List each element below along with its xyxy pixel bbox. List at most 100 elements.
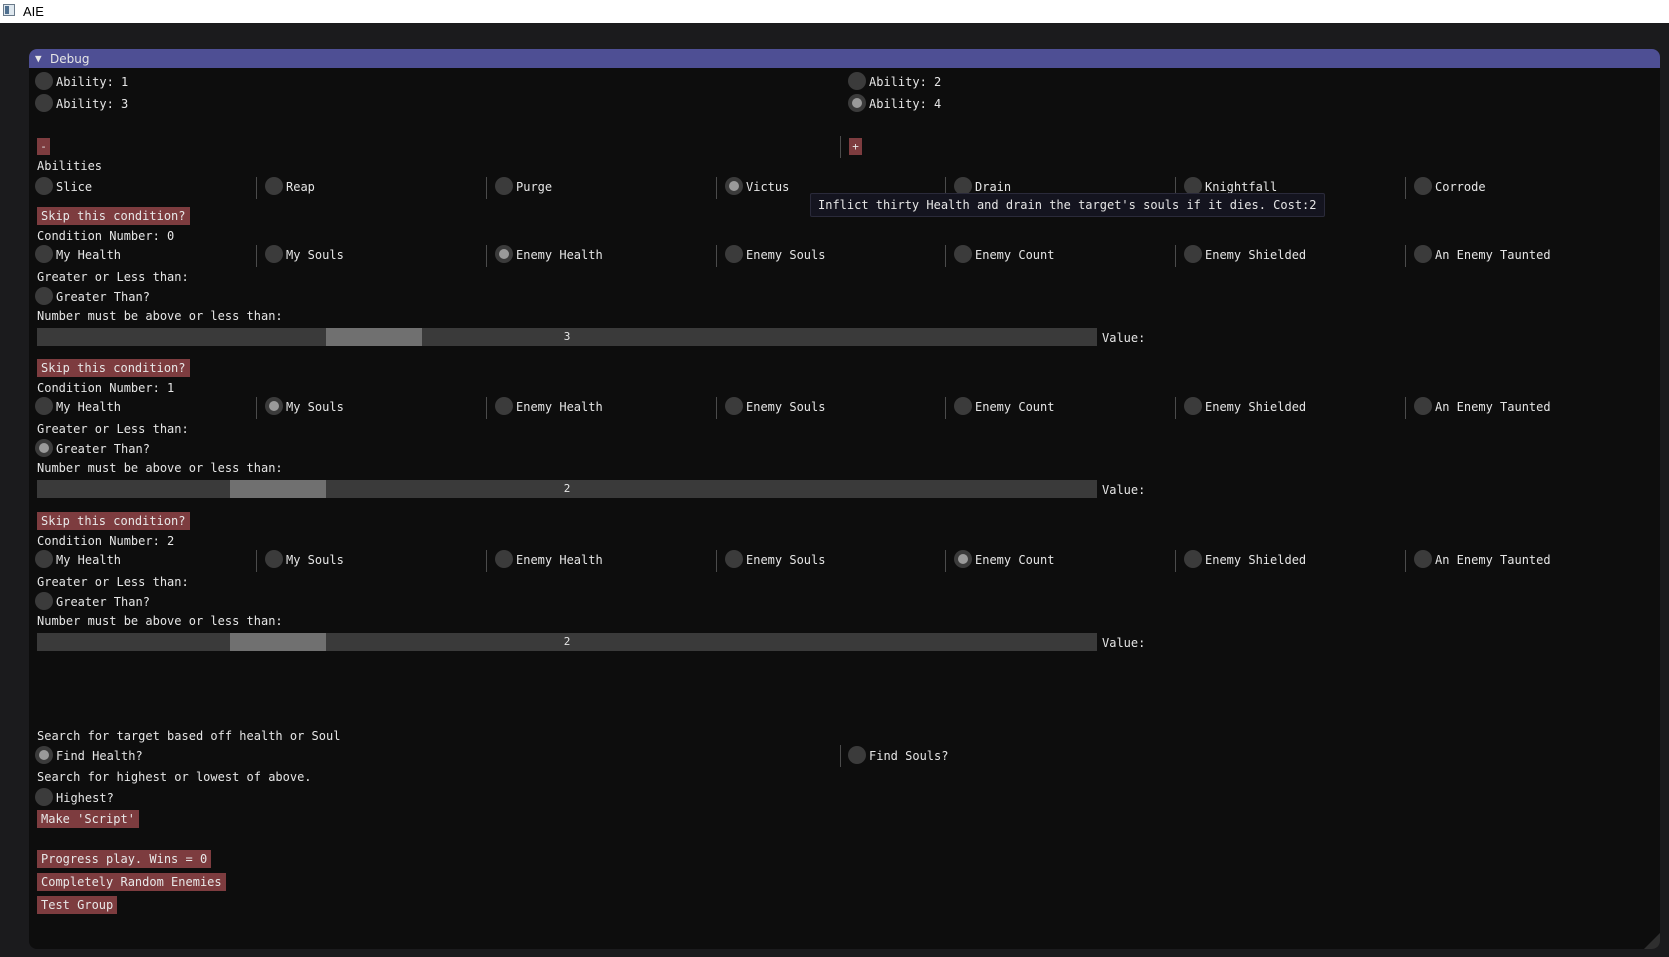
radio-icon[interactable] [848, 72, 866, 90]
radio-icon[interactable] [1414, 550, 1432, 568]
radio-icon[interactable] [495, 397, 513, 415]
number-heading: Number must be above or less than: [37, 614, 283, 628]
radio-icon[interactable] [1184, 397, 1202, 415]
condition-0-option-an-enemy-taunted[interactable]: An Enemy Taunted [1414, 245, 1614, 265]
radio-icon[interactable] [35, 592, 53, 610]
radio-icon[interactable] [725, 397, 743, 415]
condition-2-option-my-souls[interactable]: My Souls [265, 550, 465, 570]
resize-grip-icon[interactable] [1644, 933, 1660, 949]
condition-0-option-my-health[interactable]: My Health [35, 245, 235, 265]
ability-option-slice[interactable]: Slice [35, 177, 235, 197]
debug-window-header[interactable]: ▼ Debug [29, 49, 1660, 68]
radio-icon[interactable] [1414, 245, 1432, 263]
radio-icon[interactable] [265, 397, 283, 415]
radio-icon[interactable] [495, 550, 513, 568]
radio-icon[interactable] [495, 177, 513, 195]
column-separator [256, 550, 257, 572]
column-separator [1175, 550, 1176, 572]
skip-condition-button[interactable]: Skip this condition? [37, 359, 190, 377]
condition-0-option-enemy-health[interactable]: Enemy Health [495, 245, 695, 265]
condition-2-option-an-enemy-taunted[interactable]: An Enemy Taunted [1414, 550, 1614, 570]
radio-icon[interactable] [725, 177, 743, 195]
condition-1-option-enemy-count[interactable]: Enemy Count [954, 397, 1154, 417]
value-slider[interactable]: 3 [37, 328, 1097, 346]
make-script-button[interactable]: Make 'Script' [37, 810, 139, 828]
column-separator [945, 397, 946, 419]
ability-option-corrode[interactable]: Corrode [1414, 177, 1614, 197]
skip-condition-button[interactable]: Skip this condition? [37, 512, 190, 530]
find-health-radio[interactable]: Find Health? [35, 746, 335, 766]
greater-than-radio[interactable]: Greater Than? [35, 287, 335, 307]
ability-option-reap[interactable]: Reap [265, 177, 465, 197]
column-separator [1175, 245, 1176, 267]
radio-icon[interactable] [848, 746, 866, 764]
radio-icon[interactable] [35, 287, 53, 305]
radio-icon[interactable] [1414, 177, 1432, 195]
radio-icon[interactable] [1414, 397, 1432, 415]
ability-radio-3[interactable]: Ability: 3 [35, 94, 335, 114]
column-separator [256, 397, 257, 419]
skip-condition-button[interactable]: Skip this condition? [37, 207, 190, 225]
condition-2-option-enemy-shielded[interactable]: Enemy Shielded [1184, 550, 1384, 570]
radio-icon[interactable] [35, 72, 53, 90]
ability-radio-4[interactable]: Ability: 4 [848, 94, 1148, 114]
condition-1-option-enemy-health[interactable]: Enemy Health [495, 397, 695, 417]
radio-icon[interactable] [35, 746, 53, 764]
progress-play-button[interactable]: Progress play. Wins = 0 [37, 850, 212, 868]
condition-1-option-an-enemy-taunted[interactable]: An Enemy Taunted [1414, 397, 1614, 417]
column-separator [486, 245, 487, 267]
radio-icon[interactable] [848, 94, 866, 112]
highest-radio[interactable]: Highest? [35, 788, 335, 808]
condition-1-option-enemy-souls[interactable]: Enemy Souls [725, 397, 925, 417]
ability-radio-2[interactable]: Ability: 2 [848, 72, 1148, 92]
test-group-button[interactable]: Test Group [37, 896, 118, 914]
radio-icon[interactable] [35, 177, 53, 195]
radio-icon[interactable] [954, 245, 972, 263]
increment-button[interactable]: + [849, 138, 862, 155]
ability-tooltip: Inflict thirty Health and drain the targ… [810, 193, 1325, 217]
radio-icon[interactable] [265, 177, 283, 195]
value-slider[interactable]: 2 [37, 633, 1097, 651]
radio-icon[interactable] [35, 550, 53, 568]
value-label: Value: [1102, 331, 1146, 345]
condition-0-option-my-souls[interactable]: My Souls [265, 245, 465, 265]
radio-icon[interactable] [954, 397, 972, 415]
column-separator [1405, 550, 1406, 572]
column-separator [840, 136, 841, 158]
greater-than-radio[interactable]: Greater Than? [35, 592, 335, 612]
radio-icon[interactable] [1184, 245, 1202, 263]
find-souls-radio[interactable]: Find Souls? [848, 746, 1148, 766]
radio-icon[interactable] [954, 550, 972, 568]
radio-icon[interactable] [265, 550, 283, 568]
condition-number-label: Condition Number: 1 [37, 381, 175, 395]
condition-2-option-my-health[interactable]: My Health [35, 550, 235, 570]
condition-1-option-my-souls[interactable]: My Souls [265, 397, 465, 417]
condition-1-option-enemy-shielded[interactable]: Enemy Shielded [1184, 397, 1384, 417]
radio-icon[interactable] [35, 94, 53, 112]
condition-2-option-enemy-count[interactable]: Enemy Count [954, 550, 1154, 570]
collapse-triangle-icon[interactable]: ▼ [35, 52, 42, 65]
radio-icon[interactable] [1184, 550, 1202, 568]
ability-option-purge[interactable]: Purge [495, 177, 695, 197]
radio-icon[interactable] [35, 397, 53, 415]
condition-0-option-enemy-count[interactable]: Enemy Count [954, 245, 1154, 265]
radio-icon[interactable] [35, 439, 53, 457]
radio-icon[interactable] [725, 245, 743, 263]
condition-2-option-enemy-health[interactable]: Enemy Health [495, 550, 695, 570]
value-slider[interactable]: 2 [37, 480, 1097, 498]
radio-icon[interactable] [35, 788, 53, 806]
radio-icon[interactable] [725, 550, 743, 568]
radio-icon[interactable] [35, 245, 53, 263]
condition-1-option-my-health[interactable]: My Health [35, 397, 235, 417]
radio-icon[interactable] [495, 245, 513, 263]
ability-radio-1[interactable]: Ability: 1 [35, 72, 335, 92]
condition-radio-row: My Health My Souls Enemy Health Enemy Souls… [29, 397, 1660, 419]
compare-heading: Greater or Less than: [37, 575, 189, 589]
greater-than-radio[interactable]: Greater Than? [35, 439, 335, 459]
decrement-button[interactable]: - [37, 138, 50, 155]
condition-0-option-enemy-shielded[interactable]: Enemy Shielded [1184, 245, 1384, 265]
condition-2-option-enemy-souls[interactable]: Enemy Souls [725, 550, 925, 570]
radio-icon[interactable] [265, 245, 283, 263]
random-enemies-button[interactable]: Completely Random Enemies [37, 873, 226, 891]
condition-0-option-enemy-souls[interactable]: Enemy Souls [725, 245, 925, 265]
